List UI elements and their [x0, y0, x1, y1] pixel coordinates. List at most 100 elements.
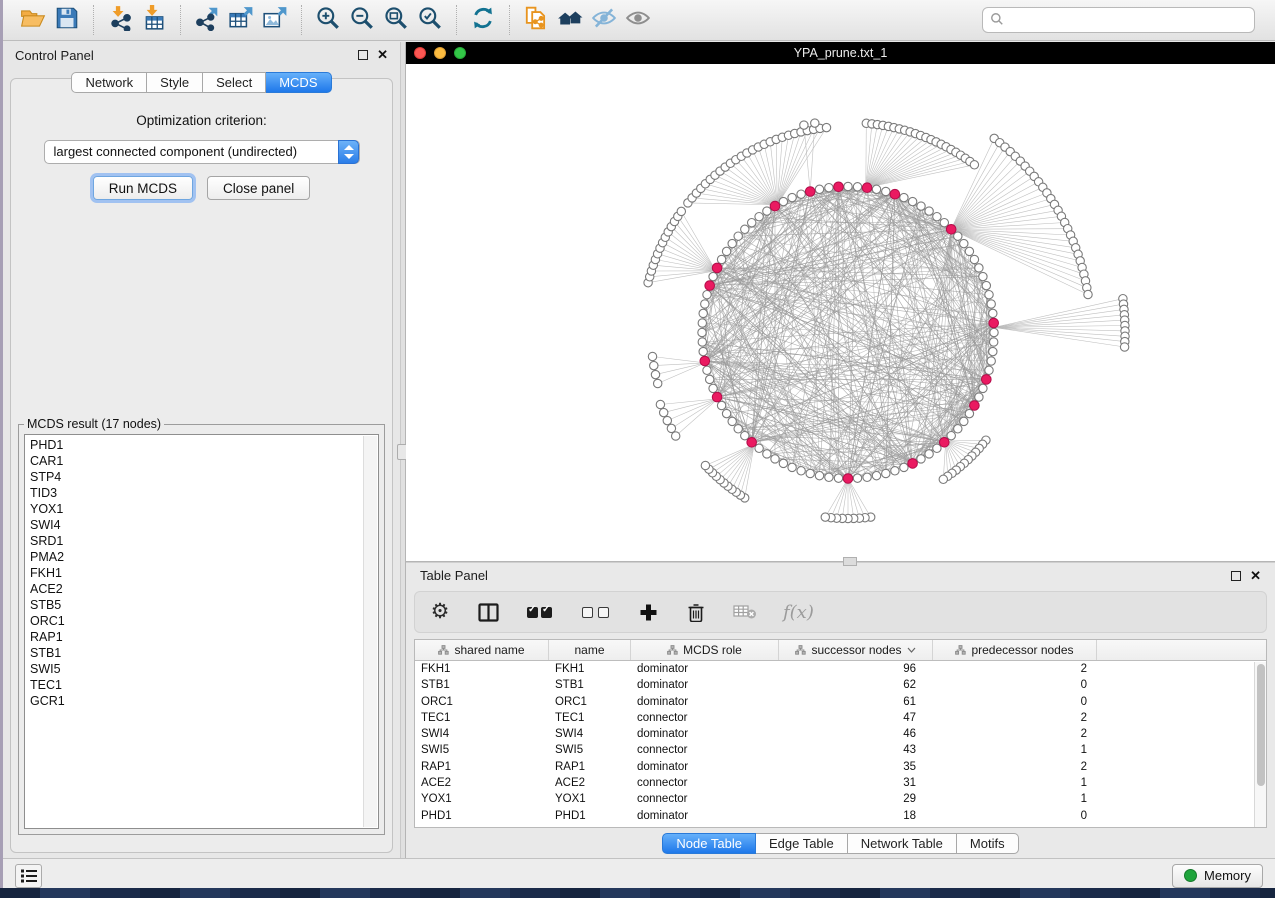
network-graph[interactable]	[406, 64, 1275, 561]
table-row[interactable]: FKH1FKH1dominator962	[415, 662, 1254, 678]
network-hub-node[interactable]	[970, 401, 980, 411]
close-panel-button[interactable]: Close panel	[207, 176, 310, 200]
network-node[interactable]	[940, 219, 948, 227]
table-row[interactable]: TEC1TEC1connector472	[415, 711, 1254, 727]
criterion-select[interactable]: largest connected component (undirected)	[44, 140, 360, 164]
add-column-icon[interactable]	[637, 603, 659, 622]
tab-mcds[interactable]: MCDS	[266, 72, 331, 93]
network-node[interactable]	[965, 409, 973, 417]
refresh-view-button[interactable]	[466, 5, 500, 35]
tab-network[interactable]: Network	[71, 72, 147, 93]
export-network-button[interactable]	[190, 5, 224, 35]
network-node[interactable]	[728, 239, 736, 247]
network-hub-node[interactable]	[982, 375, 992, 385]
mcds-result-item[interactable]: STB1	[30, 645, 378, 661]
network-hub-node[interactable]	[946, 225, 956, 235]
mcds-result-item[interactable]: SWI4	[30, 517, 378, 533]
network-node[interactable]	[925, 450, 933, 458]
table-scrollbar-thumb[interactable]	[1257, 664, 1265, 786]
network-node[interactable]	[970, 255, 978, 263]
zoom-fit-button[interactable]	[379, 5, 413, 35]
run-mcds-button[interactable]: Run MCDS	[93, 176, 193, 200]
network-node[interactable]	[822, 123, 830, 131]
network-hub-node[interactable]	[805, 187, 815, 197]
export-image-button[interactable]	[258, 5, 292, 35]
delete-table-icon[interactable]	[733, 604, 757, 620]
network-node[interactable]	[917, 202, 925, 210]
table-row[interactable]: SWI5SWI5connector431	[415, 743, 1254, 759]
network-node[interactable]	[990, 338, 998, 346]
network-node[interactable]	[834, 474, 842, 482]
mcds-result-item[interactable]: TID3	[30, 485, 378, 501]
column-header-MCDS-role[interactable]: MCDS role	[631, 640, 779, 660]
mcds-result-item[interactable]: STP4	[30, 469, 378, 485]
network-node[interactable]	[954, 425, 962, 433]
network-node[interactable]	[788, 463, 796, 471]
export-table-button[interactable]	[224, 5, 258, 35]
network-hub-node[interactable]	[862, 183, 872, 193]
network-node[interactable]	[975, 264, 983, 272]
network-node[interactable]	[947, 432, 955, 440]
column-header-shared-name[interactable]: shared name	[415, 640, 549, 660]
network-node[interactable]	[960, 417, 968, 425]
table-row[interactable]: PHD1PHD1dominator180	[415, 809, 1254, 825]
network-node[interactable]	[1120, 343, 1128, 351]
column-header-successor-nodes[interactable]: successor nodes	[779, 640, 933, 660]
deselect-all-icon[interactable]	[579, 607, 611, 618]
close-panel-icon[interactable]: ✕	[377, 50, 388, 60]
network-node[interactable]	[698, 328, 706, 336]
network-node[interactable]	[779, 197, 787, 205]
network-hub-node[interactable]	[770, 201, 780, 211]
network-hub-node[interactable]	[705, 281, 715, 291]
network-node[interactable]	[989, 309, 997, 317]
network-node[interactable]	[844, 182, 852, 190]
network-node[interactable]	[788, 193, 796, 201]
table-scrollbar[interactable]	[1254, 662, 1266, 827]
function-builder-icon[interactable]: f(x)	[783, 602, 814, 623]
network-node[interactable]	[656, 400, 664, 408]
import-table-button[interactable]	[137, 5, 171, 35]
network-node[interactable]	[722, 247, 730, 255]
network-node[interactable]	[900, 463, 908, 471]
mcds-result-list[interactable]: PHD1CAR1STP4TID3YOX1SWI4SRD1PMA2FKH1ACE2…	[24, 434, 379, 829]
network-node[interactable]	[699, 309, 707, 317]
mcds-result-item[interactable]: ACE2	[30, 581, 378, 597]
mcds-list-scrollbar[interactable]	[363, 436, 377, 827]
network-node[interactable]	[821, 513, 829, 521]
network-node[interactable]	[806, 469, 814, 477]
home-button[interactable]	[553, 5, 587, 35]
network-node[interactable]	[741, 225, 749, 233]
import-network-button[interactable]	[103, 5, 137, 35]
mcds-result-item[interactable]: ORC1	[30, 613, 378, 629]
tab-style[interactable]: Style	[147, 72, 203, 93]
tab-node-table[interactable]: Node Table	[662, 833, 756, 854]
search-input[interactable]	[982, 7, 1255, 33]
network-node[interactable]	[797, 467, 805, 475]
network-node[interactable]	[771, 455, 779, 463]
network-node[interactable]	[979, 384, 987, 392]
network-node[interactable]	[985, 291, 993, 299]
network-node[interactable]	[815, 472, 823, 480]
network-titlebar[interactable]: YPA_prune.txt_1	[406, 42, 1275, 64]
network-node[interactable]	[654, 379, 662, 387]
network-hub-node[interactable]	[908, 459, 918, 469]
network-node[interactable]	[933, 213, 941, 221]
tab-edge-table[interactable]: Edge Table	[756, 833, 848, 854]
table-row[interactable]: SWI4SWI4dominator462	[415, 727, 1254, 743]
network-hub-node[interactable]	[843, 474, 853, 484]
mcds-result-item[interactable]: PHD1	[30, 437, 378, 453]
network-node[interactable]	[811, 119, 819, 127]
network-hub-node[interactable]	[890, 189, 900, 199]
column-header-name[interactable]: name	[549, 640, 631, 660]
network-node[interactable]	[872, 185, 880, 193]
network-hub-node[interactable]	[747, 438, 757, 448]
network-node[interactable]	[853, 183, 861, 191]
select-all-icon[interactable]	[525, 607, 553, 618]
network-node[interactable]	[987, 300, 995, 308]
network-node[interactable]	[900, 193, 908, 201]
save-session-button[interactable]	[50, 5, 84, 35]
network-node[interactable]	[755, 213, 763, 221]
network-node[interactable]	[663, 416, 671, 424]
zoom-selected-button[interactable]	[413, 5, 447, 35]
task-history-button[interactable]	[15, 864, 42, 888]
